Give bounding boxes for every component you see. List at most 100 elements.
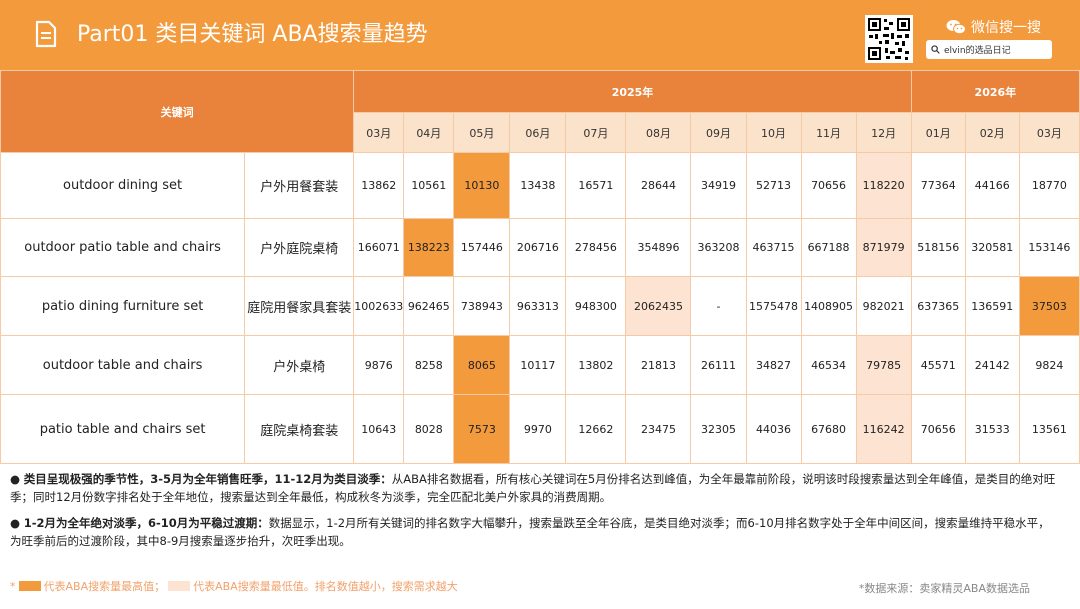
legend-low-label: 代表ABA搜索量最低值。排名数值越小，搜索需求越大 [193, 580, 458, 593]
legend-low-swatch [168, 581, 191, 591]
value-cell: 21813 [625, 335, 692, 395]
value-cell: 77364 [910, 152, 966, 219]
value-cell: 70656 [910, 394, 966, 464]
table-row: outdoor table and chairs 户外桌椅 9876 8258 8065… [0, 335, 1080, 395]
value-cell: 34919 [690, 152, 747, 219]
value-cell: 153146 [1018, 218, 1080, 277]
legend-high-swatch [18, 581, 41, 591]
month-header: 10月 [745, 112, 802, 153]
table-row: outdoor patio table and chairs 户外庭院桌椅 1660… [0, 218, 1080, 277]
table-row: outdoor dining set 户外用餐套装 13862 10561 10130 1… [0, 152, 1080, 219]
value-cell: 1002633 [353, 276, 405, 336]
value-cell: 637365 [910, 276, 966, 336]
value-cell: 320581 [964, 218, 1020, 277]
analysis-notes: ● 类目呈现极强的季节性，3-5月为全年销售旺季，11-12月为类目淡季：从AB… [10, 470, 1060, 558]
value-cell: 166071 [353, 218, 405, 277]
value-cell: 24142 [964, 335, 1020, 395]
value-cell: 16571 [565, 152, 627, 219]
wechat-icon [946, 20, 966, 35]
year-2025-header: 2025年 [353, 70, 912, 113]
note-heading: 类目呈现极强的季节性，3-5月为全年销售旺季，11-12月为类目淡季： [23, 472, 392, 486]
value-cell: 18770 [1018, 152, 1080, 219]
value-cell: 962465 [403, 276, 455, 336]
note-heading: 1-2月为全年绝对淡季，6-10月为平稳过渡期： [23, 516, 269, 530]
value-cell: 9876 [353, 335, 405, 395]
value-cell: 667188 [800, 218, 857, 277]
value-cell: 44036 [745, 394, 802, 464]
value-cell: 463715 [745, 218, 802, 277]
value-cell: 116242 [855, 394, 912, 464]
value-cell: 13862 [353, 152, 405, 219]
value-cell: 79785 [855, 335, 912, 395]
value-cell: 37503 [1018, 276, 1080, 336]
value-cell: 118220 [855, 152, 912, 219]
value-cell: 8065 [453, 335, 511, 395]
month-header: 12月 [855, 112, 912, 153]
month-header: 04月 [403, 112, 455, 153]
wechat-search-brand: 微信搜一搜 [946, 17, 1041, 37]
header-bar: Part01 类目关键词 ABA搜索量趋势 微信搜一搜 elvin的选品日记 [0, 0, 1080, 70]
value-cell: 138223 [403, 218, 455, 277]
value-cell: 10561 [403, 152, 455, 219]
month-header: 09月 [690, 112, 747, 153]
note-item: ● 1-2月为全年绝对淡季，6-10月为平稳过渡期：数据显示，1-2月所有关键词… [10, 516, 1050, 548]
value-cell: 354896 [625, 218, 692, 277]
keyword-header: 关键词 [0, 70, 355, 153]
value-cell: 136591 [964, 276, 1020, 336]
value-cell: 70656 [800, 152, 857, 219]
search-box[interactable]: elvin的选品日记 [926, 40, 1052, 59]
table-row: patio dining furniture set 庭院用餐家具套装 100263… [0, 276, 1080, 336]
value-cell: 13561 [1018, 394, 1080, 464]
value-cell: 871979 [855, 218, 912, 277]
value-cell: 52713 [745, 152, 802, 219]
table-row: patio table and chairs set 庭院桌椅套装 10643 802… [0, 394, 1080, 464]
month-header: 01月 [910, 112, 966, 153]
note-item: ● 类目呈现极强的季节性，3-5月为全年销售旺季，11-12月为类目淡季：从AB… [10, 472, 1056, 504]
keyword-cn: 户外桌椅 [244, 335, 355, 395]
value-cell: 23475 [625, 394, 692, 464]
keyword-en: patio dining furniture set [0, 276, 246, 336]
value-cell: 948300 [565, 276, 627, 336]
value-cell: 738943 [453, 276, 511, 336]
value-cell: 26111 [690, 335, 747, 395]
value-cell: 363208 [690, 218, 747, 277]
value-cell: 9970 [509, 394, 567, 464]
document-icon [35, 20, 57, 48]
value-cell: 1408905 [800, 276, 857, 336]
value-cell: 982021 [855, 276, 912, 336]
month-header: 08月 [625, 112, 692, 153]
value-cell: 46534 [800, 335, 857, 395]
value-cell: - [690, 276, 747, 336]
month-header: 11月 [800, 112, 857, 153]
value-cell: 28644 [625, 152, 692, 219]
legend-prefix: * [10, 579, 16, 593]
value-cell: 34827 [745, 335, 802, 395]
keyword-cn: 庭院用餐家具套装 [244, 276, 355, 336]
keyword-en: outdoor table and chairs [0, 335, 246, 395]
month-header: 06月 [509, 112, 567, 153]
value-cell: 278456 [565, 218, 627, 277]
legend: * 代表ABA搜索量最高值； 代表ABA搜索量最低值。排名数值越小，搜索需求越大 [10, 578, 458, 594]
search-icon [931, 45, 940, 54]
value-cell: 7573 [453, 394, 511, 464]
keyword-cn: 户外用餐套装 [244, 152, 355, 219]
month-header: 02月 [964, 112, 1020, 153]
value-cell: 45571 [910, 335, 966, 395]
data-source: *数据来源：卖家精灵ABA数据选品 [858, 582, 1030, 595]
value-cell: 157446 [453, 218, 511, 277]
keyword-cn: 户外庭院桌椅 [244, 218, 355, 277]
keyword-en: outdoor dining set [0, 152, 246, 219]
keyword-cn: 庭院桌椅套装 [244, 394, 355, 464]
value-cell: 8028 [403, 394, 455, 464]
value-cell: 963313 [509, 276, 567, 336]
legend-high-label: 代表ABA搜索量最高值； [43, 580, 166, 593]
value-cell: 13438 [509, 152, 567, 219]
keyword-en: patio table and chairs set [0, 394, 246, 464]
value-cell: 10643 [353, 394, 405, 464]
value-cell: 44166 [964, 152, 1020, 219]
search-text: elvin的选品日记 [944, 46, 1011, 56]
keyword-en: outdoor patio table and chairs [0, 218, 246, 277]
value-cell: 8258 [403, 335, 455, 395]
page-title: Part01 类目关键词 ABA搜索量趋势 [77, 22, 428, 47]
value-cell: 13802 [565, 335, 627, 395]
